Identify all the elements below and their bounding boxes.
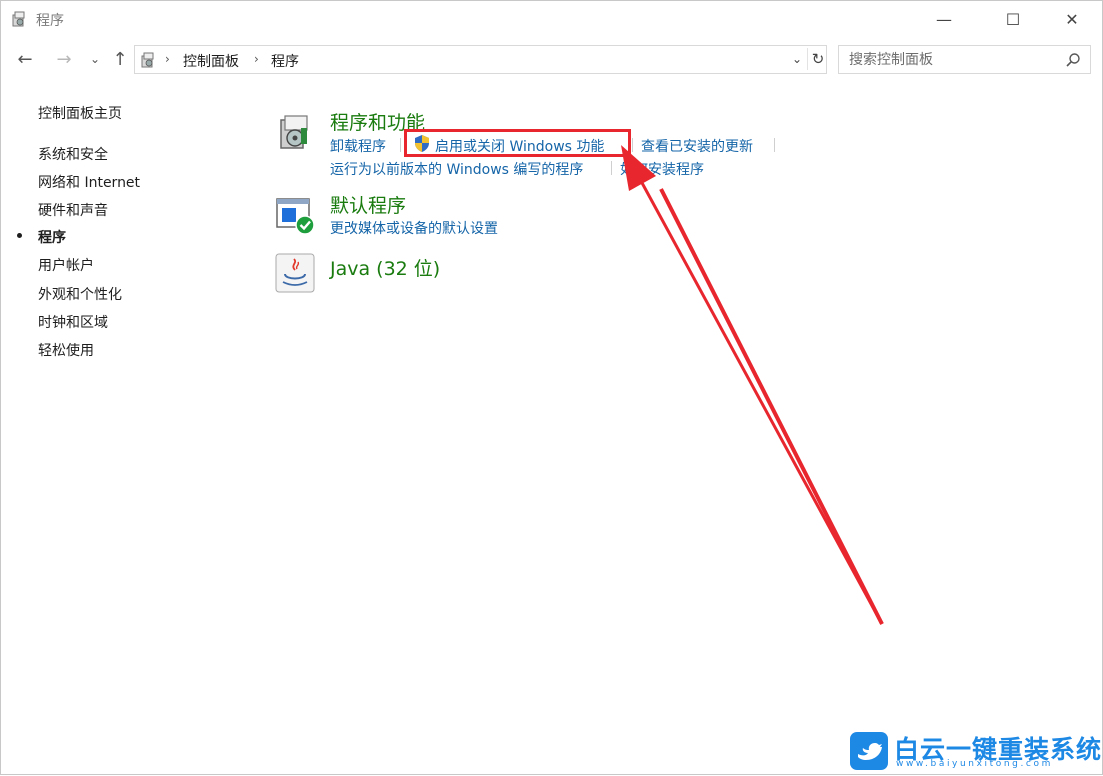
back-arrow-icon: ←	[17, 48, 33, 70]
sidebar-item-appearance[interactable]: 外观和个性化	[38, 284, 122, 304]
sidebar-item-ease-of-access[interactable]: 轻松使用	[38, 340, 94, 360]
refresh-button[interactable]: ↻	[807, 48, 828, 70]
sidebar-item-user-accounts[interactable]: 用户帐户	[38, 255, 94, 275]
minimize-icon: —	[936, 9, 952, 29]
search-box[interactable]	[838, 45, 1091, 74]
programs-icon	[12, 11, 25, 27]
breadcrumb-programs[interactable]: 程序	[271, 51, 299, 71]
control-panel-window: 程序 — ☐ ✕ ← → ⌄ ↑ › 控制面板 › 程序 ⌄ ↻ 搜索控制面板 …	[0, 0, 1103, 775]
watermark-url: www.baiyunxitong.com	[896, 759, 1053, 769]
window-title: 程序	[36, 13, 64, 29]
close-icon: ✕	[1065, 9, 1079, 29]
default-programs-title[interactable]: 默认程序	[330, 191, 406, 218]
maximize-icon: ☐	[1005, 9, 1021, 29]
sidebar-item-programs[interactable]: 程序	[38, 227, 66, 247]
programs-features-icon	[280, 115, 308, 149]
link-divider	[632, 138, 633, 152]
breadcrumb-separator-icon: ›	[165, 52, 170, 66]
recent-locations-button[interactable]: ⌄	[83, 47, 107, 71]
link-divider	[400, 138, 401, 152]
active-bullet-icon	[17, 233, 22, 238]
watermark: 白云一键重装系统 www.baiyunxitong.com	[848, 730, 1101, 772]
maximize-button[interactable]: ☐	[990, 1, 1036, 37]
close-button[interactable]: ✕	[1049, 1, 1095, 37]
java-title[interactable]: Java (32 位)	[330, 254, 440, 281]
bird-logo-icon	[850, 732, 888, 770]
programs-icon	[141, 52, 154, 68]
navigation-bar: ← → ⌄ ↑ › 控制面板 › 程序 ⌄ ↻	[1, 45, 1102, 75]
address-dropdown-button[interactable]: ⌄	[787, 49, 807, 69]
how-to-install-link[interactable]: 如何安装程序	[620, 159, 704, 179]
sidebar-item-control-panel-home[interactable]: 控制面板主页	[38, 103, 122, 123]
annotation-arrow	[621, 145, 884, 625]
java-icon	[275, 253, 315, 293]
forward-arrow-icon: →	[56, 48, 72, 70]
sidebar-item-network-internet[interactable]: 网络和 Internet	[38, 172, 140, 192]
link-divider	[611, 161, 612, 175]
uninstall-program-link[interactable]: 卸载程序	[330, 136, 386, 156]
run-older-programs-link[interactable]: 运行为以前版本的 Windows 编写的程序	[330, 159, 583, 179]
refresh-icon: ↻	[811, 50, 825, 68]
address-bar[interactable]: › 控制面板 › 程序 ⌄ ↻	[134, 45, 827, 74]
media-device-defaults-link[interactable]: 更改媒体或设备的默认设置	[330, 218, 498, 238]
sidebar-item-clock-region[interactable]: 时钟和区域	[38, 312, 108, 332]
forward-button[interactable]: →	[52, 47, 76, 71]
sidebar-item-hardware-sound[interactable]: 硬件和声音	[38, 200, 108, 220]
up-arrow-icon: ↑	[112, 48, 128, 70]
search-input[interactable]	[847, 51, 1061, 69]
chevron-down-icon: ⌄	[791, 52, 803, 66]
default-programs-icon	[276, 198, 315, 235]
annotation-highlight-box	[404, 129, 631, 157]
back-button[interactable]: ←	[13, 47, 37, 71]
breadcrumb-control-panel[interactable]: 控制面板	[183, 51, 239, 71]
sidebar-item-system-security[interactable]: 系统和安全	[38, 144, 108, 164]
minimize-button[interactable]: —	[921, 1, 967, 37]
view-installed-updates-link[interactable]: 查看已安装的更新	[641, 136, 753, 156]
search-icon[interactable]	[1065, 52, 1081, 68]
chevron-down-icon: ⌄	[89, 52, 101, 66]
link-divider	[774, 138, 775, 152]
breadcrumb-separator-icon: ›	[254, 52, 259, 66]
title-bar: 程序 — ☐ ✕	[1, 1, 1102, 39]
up-button[interactable]: ↑	[108, 47, 132, 71]
